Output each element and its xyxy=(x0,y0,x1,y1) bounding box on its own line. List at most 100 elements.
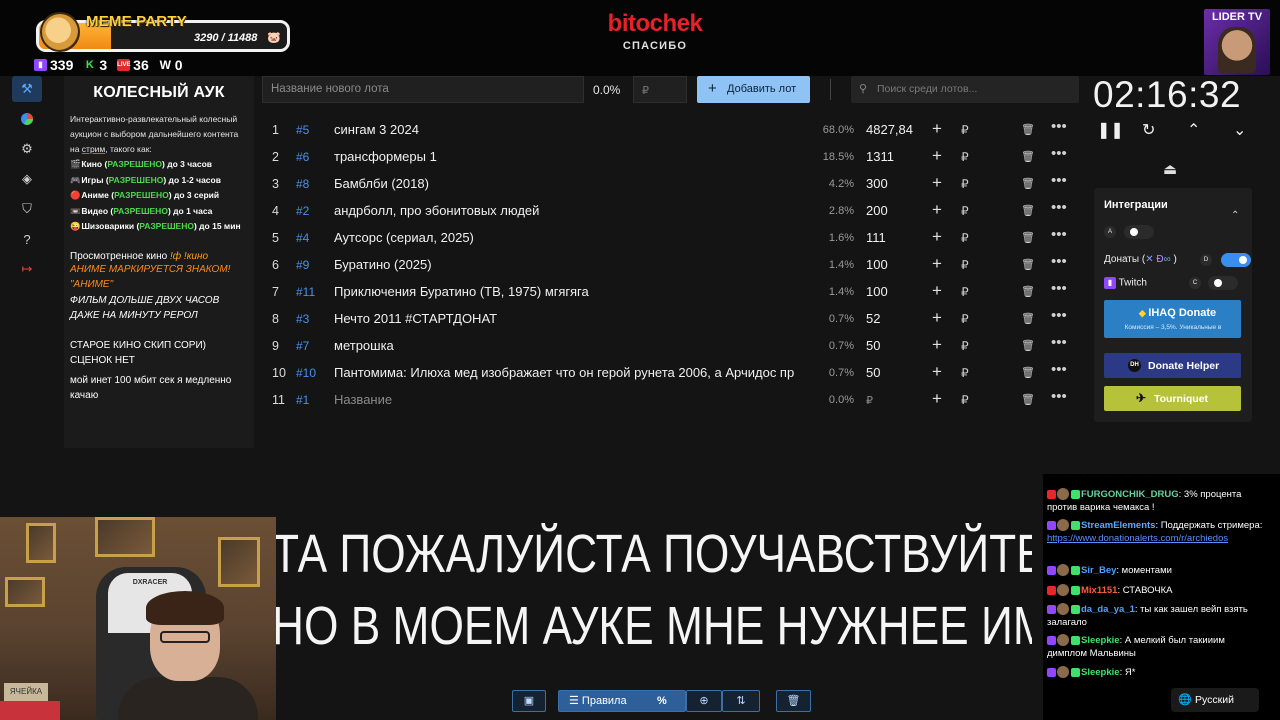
toggle-donats[interactable] xyxy=(1221,253,1251,267)
chat-username[interactable]: Mix1151 xyxy=(1081,585,1117,596)
pie-chart-icon[interactable] xyxy=(12,106,42,132)
lot-row[interactable]: 6 #9 Буратино (2025) 1.4% 100 + ₽ 🗑 ••• xyxy=(262,252,1082,279)
lot-name[interactable]: метрошка xyxy=(334,338,807,353)
lot-amount[interactable]: 100 xyxy=(866,257,888,272)
lot-amount[interactable]: 50 xyxy=(866,338,880,353)
ruble-icon[interactable]: ₽ xyxy=(961,177,969,191)
add-amount-icon[interactable]: + xyxy=(932,119,942,139)
lot-row[interactable]: 2 #6 трансформеры 1 18.5% 1311 + ₽ 🗑 ••• xyxy=(262,144,1082,171)
new-lot-input[interactable]: Название нового лота xyxy=(262,76,584,103)
tourniquet-button[interactable]: ✈ Tourniquet xyxy=(1104,386,1241,411)
ruble-icon[interactable]: ₽ xyxy=(961,150,969,164)
chat-link[interactable]: https://www.donationalerts.com/r/archied… xyxy=(1047,533,1228,544)
ruble-icon[interactable]: ₽ xyxy=(961,312,969,326)
lot-name[interactable]: Приключения Буратино (ТВ, 1975) мгягяга xyxy=(334,284,807,299)
toggle-a[interactable] xyxy=(1124,225,1154,239)
lot-row[interactable]: 1 #5 сингам 3 2024 68.0% 4827,84 + ₽ 🗑 ••• xyxy=(262,117,1082,144)
delete-all-icon[interactable]: 🗑 xyxy=(776,690,811,712)
trash-icon[interactable]: 🗑 xyxy=(1021,177,1035,190)
trash-icon[interactable]: 🗑 xyxy=(1021,312,1035,325)
lot-amount[interactable]: 100 xyxy=(866,284,888,299)
lot-name[interactable]: Аутсорс (сериал, 2025) xyxy=(334,230,807,245)
lot-row[interactable]: 3 #8 Бамблби (2018) 4.2% 300 + ₽ 🗑 ••• xyxy=(262,171,1082,198)
ruble-icon[interactable]: ₽ xyxy=(961,393,969,407)
chat-username[interactable]: Sleepkie xyxy=(1081,635,1120,646)
add-amount-icon[interactable]: + xyxy=(932,308,942,328)
rules-button[interactable]: ☰ Правила % xyxy=(558,690,686,712)
lot-name[interactable]: Название xyxy=(334,392,807,407)
language-select[interactable]: 🌐 Русский xyxy=(1171,688,1259,712)
chat-username[interactable]: FURGONCHIK_DRUG xyxy=(1081,489,1179,500)
chat-username[interactable]: Sir_Bey xyxy=(1081,565,1116,576)
new-lot-amount-input[interactable]: ₽ xyxy=(633,76,687,103)
add-amount-icon[interactable]: + xyxy=(932,254,942,274)
lot-search-input[interactable]: ⚲ Поиск среди лотов... xyxy=(851,76,1079,103)
lot-row[interactable]: 11 #1 Название 0.0% ₽ + ₽ 🗑 ••• xyxy=(262,387,1082,414)
more-options-icon[interactable]: ••• xyxy=(1051,172,1067,189)
add-amount-icon[interactable]: + xyxy=(932,146,942,166)
logout-icon[interactable]: ↦ xyxy=(12,256,42,282)
ruble-icon[interactable]: ₽ xyxy=(961,285,969,299)
more-options-icon[interactable]: ••• xyxy=(1051,118,1067,135)
sort-icon[interactable]: ⇅ xyxy=(722,690,760,712)
lot-name[interactable]: Бамблби (2018) xyxy=(334,176,807,191)
chat-username[interactable]: da_da_ya_1 xyxy=(1081,604,1135,615)
lot-row[interactable]: 8 #3 Нечто 2011 #СТАРТДОНАТ 0.7% 52 + ₽ 🗑 ••• xyxy=(262,306,1082,333)
donate-helper-button[interactable]: DH Donate Helper xyxy=(1104,353,1241,378)
lot-name[interactable]: сингам 3 2024 xyxy=(334,122,807,137)
timer-down-icon[interactable]: ⌄ xyxy=(1233,120,1246,140)
trash-icon[interactable]: 🗑 xyxy=(1021,231,1035,244)
more-options-icon[interactable]: ••• xyxy=(1051,307,1067,324)
add-amount-icon[interactable]: + xyxy=(932,227,942,247)
add-amount-icon[interactable]: + xyxy=(932,335,942,355)
trash-icon[interactable]: 🗑 xyxy=(1021,366,1035,379)
more-options-icon[interactable]: ••• xyxy=(1051,334,1067,351)
lot-name[interactable]: Нечто 2011 #СТАРТДОНАТ xyxy=(334,311,807,326)
settings-icon[interactable]: ⚙ xyxy=(12,136,42,162)
reset-icon[interactable]: ↻ xyxy=(1142,120,1155,140)
trash-icon[interactable]: 🗑 xyxy=(1021,204,1035,217)
ruble-icon[interactable]: ₽ xyxy=(961,204,969,218)
lot-row[interactable]: 5 #4 Аутсорс (сериал, 2025) 1.6% 111 + ₽ 🗑 ••• xyxy=(262,225,1082,252)
shield-icon[interactable]: ⛉ xyxy=(12,196,42,222)
timer-up-icon[interactable]: ⌃ xyxy=(1187,120,1200,140)
chat-username[interactable]: Sleepkie xyxy=(1081,667,1120,678)
add-amount-icon[interactable]: + xyxy=(932,389,942,409)
add-amount-icon[interactable]: + xyxy=(932,281,942,301)
split-icon[interactable]: ⊕ xyxy=(686,690,722,712)
lot-row[interactable]: 10 #10 Пантомима: Илюха мед изображает чт… xyxy=(262,360,1082,387)
chevron-up-icon[interactable]: ⌃ xyxy=(1231,210,1239,221)
add-amount-icon[interactable]: + xyxy=(932,362,942,382)
trash-icon[interactable]: 🗑 xyxy=(1021,285,1035,298)
save-icon[interactable]: ▣ xyxy=(512,690,546,712)
ruble-icon[interactable]: ₽ xyxy=(961,231,969,245)
lot-amount[interactable]: 200 xyxy=(866,203,888,218)
lot-amount[interactable]: ₽ xyxy=(866,394,873,407)
help-icon[interactable]: ? xyxy=(12,226,42,252)
lot-amount[interactable]: 52 xyxy=(866,311,880,326)
lot-amount[interactable]: 111 xyxy=(866,230,886,245)
more-options-icon[interactable]: ••• xyxy=(1051,361,1067,378)
lot-amount[interactable]: 1311 xyxy=(866,149,894,164)
lot-row[interactable]: 7 #11 Приключения Буратино (ТВ, 1975) мгяг… xyxy=(262,279,1082,306)
add-amount-icon[interactable]: + xyxy=(932,200,942,220)
more-options-icon[interactable]: ••• xyxy=(1051,388,1067,405)
more-options-icon[interactable]: ••• xyxy=(1051,145,1067,162)
lot-amount[interactable]: 4827,84 xyxy=(866,122,913,137)
collapse-panel-icon[interactable]: ⏏ xyxy=(1163,160,1177,178)
trash-icon[interactable]: 🗑 xyxy=(1021,339,1035,352)
trash-icon[interactable]: 🗑 xyxy=(1021,393,1035,406)
add-amount-icon[interactable]: + xyxy=(932,173,942,193)
ruble-icon[interactable]: ₽ xyxy=(961,258,969,272)
ruble-icon[interactable]: ₽ xyxy=(961,366,969,380)
lot-amount[interactable]: 50 xyxy=(866,365,880,380)
ruble-icon[interactable]: ₽ xyxy=(961,339,969,353)
trash-icon[interactable]: 🗑 xyxy=(1021,258,1035,271)
trash-icon[interactable]: 🗑 xyxy=(1021,123,1035,136)
more-options-icon[interactable]: ••• xyxy=(1051,199,1067,216)
lot-name[interactable]: Пантомима: Илюха мед изображает что он г… xyxy=(334,365,807,380)
lot-row[interactable]: 4 #2 андрболл, про эбонитовых людей 2.8% 200… xyxy=(262,198,1082,225)
toggle-twitch[interactable] xyxy=(1208,276,1238,290)
pause-icon[interactable]: ❚❚ xyxy=(1097,120,1124,140)
add-lot-button[interactable]: + Добавить лот xyxy=(697,76,810,103)
